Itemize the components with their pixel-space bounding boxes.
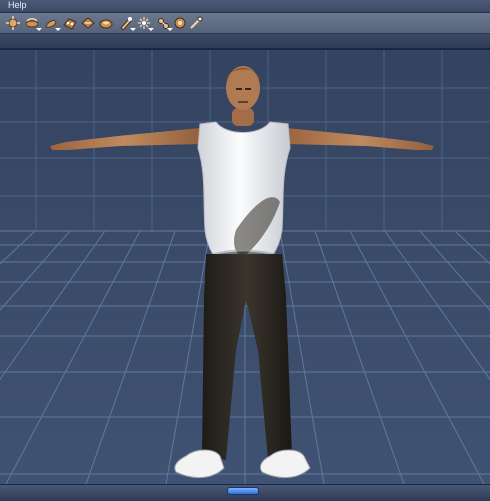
direct-manipulation-tool-icon[interactable] bbox=[188, 15, 204, 31]
left-arm bbox=[50, 128, 200, 150]
menu-help[interactable]: Help bbox=[8, 0, 27, 12]
pants bbox=[202, 254, 292, 460]
translate-tool-icon[interactable] bbox=[43, 15, 61, 31]
color-tool-icon[interactable] bbox=[118, 15, 136, 31]
scale-tool-icon[interactable] bbox=[62, 15, 78, 31]
female-3d-figure bbox=[50, 66, 434, 478]
view-magnifier-tool-icon[interactable] bbox=[155, 15, 173, 31]
taper-tool-icon[interactable] bbox=[80, 15, 96, 31]
viewport-scene bbox=[0, 50, 490, 484]
viewport-header-bar bbox=[0, 34, 490, 50]
morph-tool-icon[interactable] bbox=[172, 15, 188, 31]
left-shoe bbox=[174, 449, 225, 478]
grouping-tool-icon[interactable] bbox=[136, 15, 154, 31]
chain-break-tool-icon[interactable] bbox=[98, 15, 114, 31]
menu-bar: Help bbox=[0, 0, 490, 13]
right-arm bbox=[286, 128, 434, 150]
viewport-footer-bar bbox=[0, 484, 490, 501]
twist-tool-icon[interactable] bbox=[24, 15, 42, 31]
3d-viewport[interactable] bbox=[0, 50, 490, 484]
viewport-scroll-handle[interactable] bbox=[227, 487, 259, 495]
rotate-tool-icon[interactable] bbox=[5, 15, 21, 31]
toolbar bbox=[0, 13, 490, 34]
